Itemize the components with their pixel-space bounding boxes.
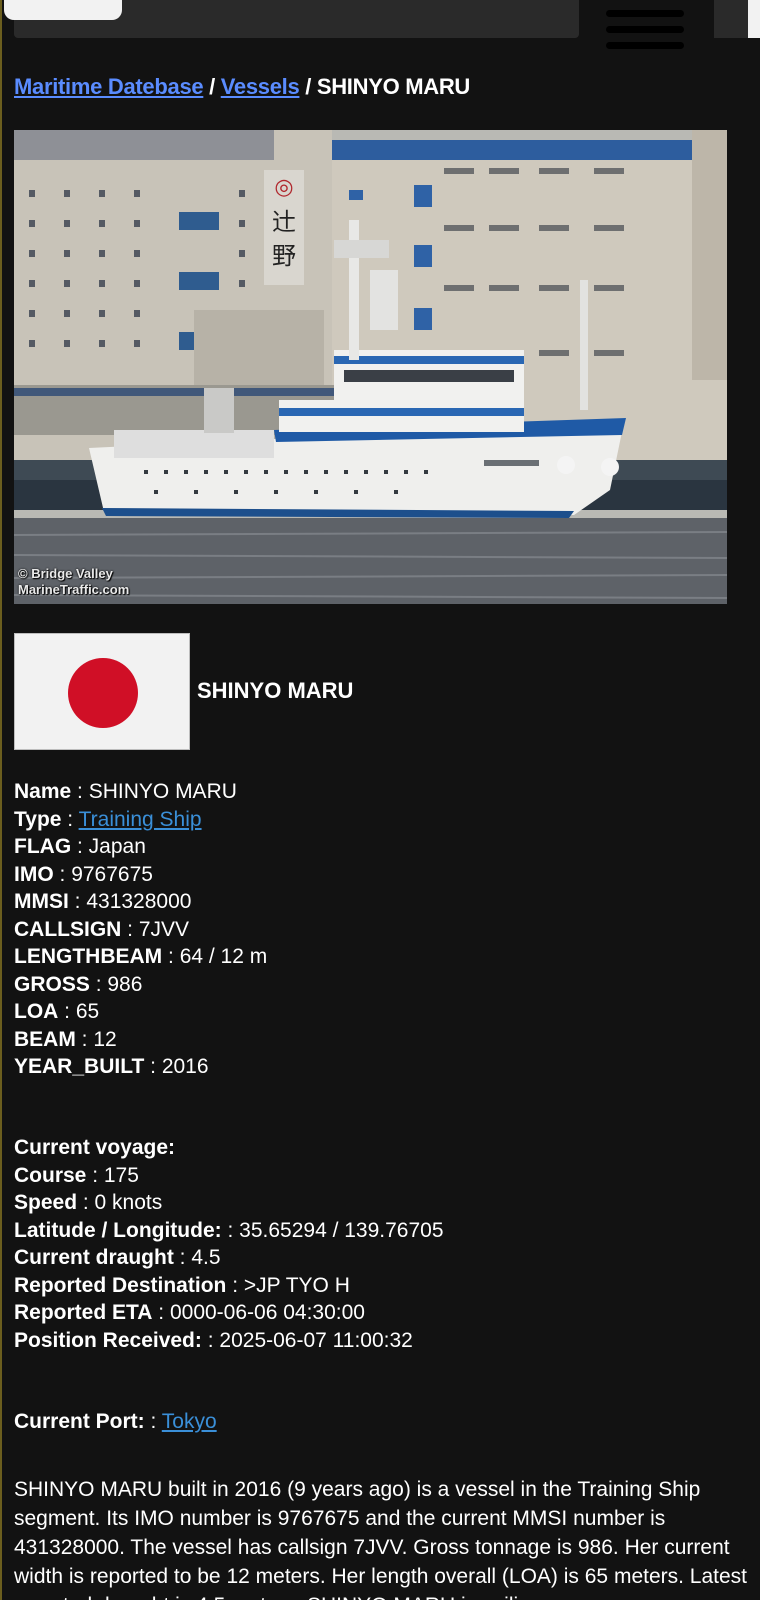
spec-row-flag: FLAG : Japan	[14, 835, 146, 858]
spec-row-loa: LOA : 65	[14, 1000, 100, 1023]
breadcrumb-vessels-link[interactable]: Vessels	[221, 74, 300, 99]
spec-row-year-built: YEAR_BUILT : 2016	[14, 1055, 209, 1078]
top-right-control[interactable]	[714, 0, 760, 38]
flag-japan-icon	[14, 633, 190, 750]
current-port: Current Port: : Tokyo	[14, 1410, 217, 1433]
vessel-description: SHINYO MARU built in 2016 (9 years ago) …	[14, 1478, 748, 1600]
breadcrumb-separator: /	[305, 74, 312, 99]
spec-row-name: Name : SHINYO MARU	[14, 780, 237, 803]
vessel-photo-illustration: ◎ 辻 野	[14, 130, 727, 604]
vessel-specs: Name : SHINYO MARU Type : Training Ship …	[14, 778, 267, 1081]
breadcrumb-home-link[interactable]: Maritime Datebase	[14, 74, 204, 99]
svg-text:◎: ◎	[274, 175, 293, 200]
spec-row-gross: GROSS : 986	[14, 972, 143, 996]
top-search-bar[interactable]	[4, 0, 579, 38]
breadcrumb-separator: /	[209, 74, 215, 99]
current-voyage: Current voyage: Course : 175 Speed : 0 k…	[14, 1134, 444, 1354]
top-logo-pill[interactable]	[4, 0, 122, 20]
breadcrumb-current: SHINYO MARU	[316, 74, 470, 99]
vessel-photo: ◎ 辻 野 © Bridge Valley MarineTraffic.com	[14, 130, 727, 604]
vessel-name-heading: SHINYO MARU	[197, 678, 354, 703]
spec-row-beam: BEAM : 12	[14, 1027, 117, 1051]
breadcrumb: Maritime Datebase / Vessels / SHINYO MAR…	[14, 74, 470, 100]
building-sign: 辻	[272, 208, 296, 236]
flag-disc	[68, 658, 138, 728]
page: Maritime Datebase / Vessels / SHINYO MAR…	[0, 0, 760, 1600]
voyage-row-position-received: Position Received: : 2025-06-07 11:00:32	[14, 1328, 413, 1352]
voyage-row-destination: Reported Destination : >JP TYO H	[14, 1273, 350, 1297]
spec-row-type: Type : Training Ship	[14, 807, 202, 831]
photo-credit: © Bridge Valley MarineTraffic.com	[18, 566, 130, 597]
spec-row-lengthbeam: LENGTHBEAM : 64 / 12 m	[14, 945, 268, 968]
voyage-row-eta: Reported ETA : 0000-06-06 04:30:00	[14, 1301, 365, 1324]
voyage-row-draught: Current draught : 4.5	[14, 1246, 221, 1269]
voyage-heading: Current voyage:	[14, 1136, 176, 1159]
port-link[interactable]: Tokyo	[162, 1410, 217, 1433]
voyage-row-latlon: Latitude / Longitude: : 35.65294 / 139.7…	[14, 1218, 444, 1242]
spec-row-mmsi: MMSI : 431328000	[14, 890, 192, 913]
spec-row-callsign: CALLSIGN : 7JVV	[14, 917, 190, 941]
hamburger-menu-icon[interactable]	[606, 10, 686, 62]
voyage-row-course: Course : 175	[14, 1163, 139, 1187]
svg-text:野: 野	[272, 242, 296, 270]
spec-row-imo: IMO : 9767675	[14, 862, 153, 886]
voyage-row-speed: Speed : 0 knots	[14, 1191, 163, 1214]
type-link[interactable]: Training Ship	[79, 808, 202, 831]
